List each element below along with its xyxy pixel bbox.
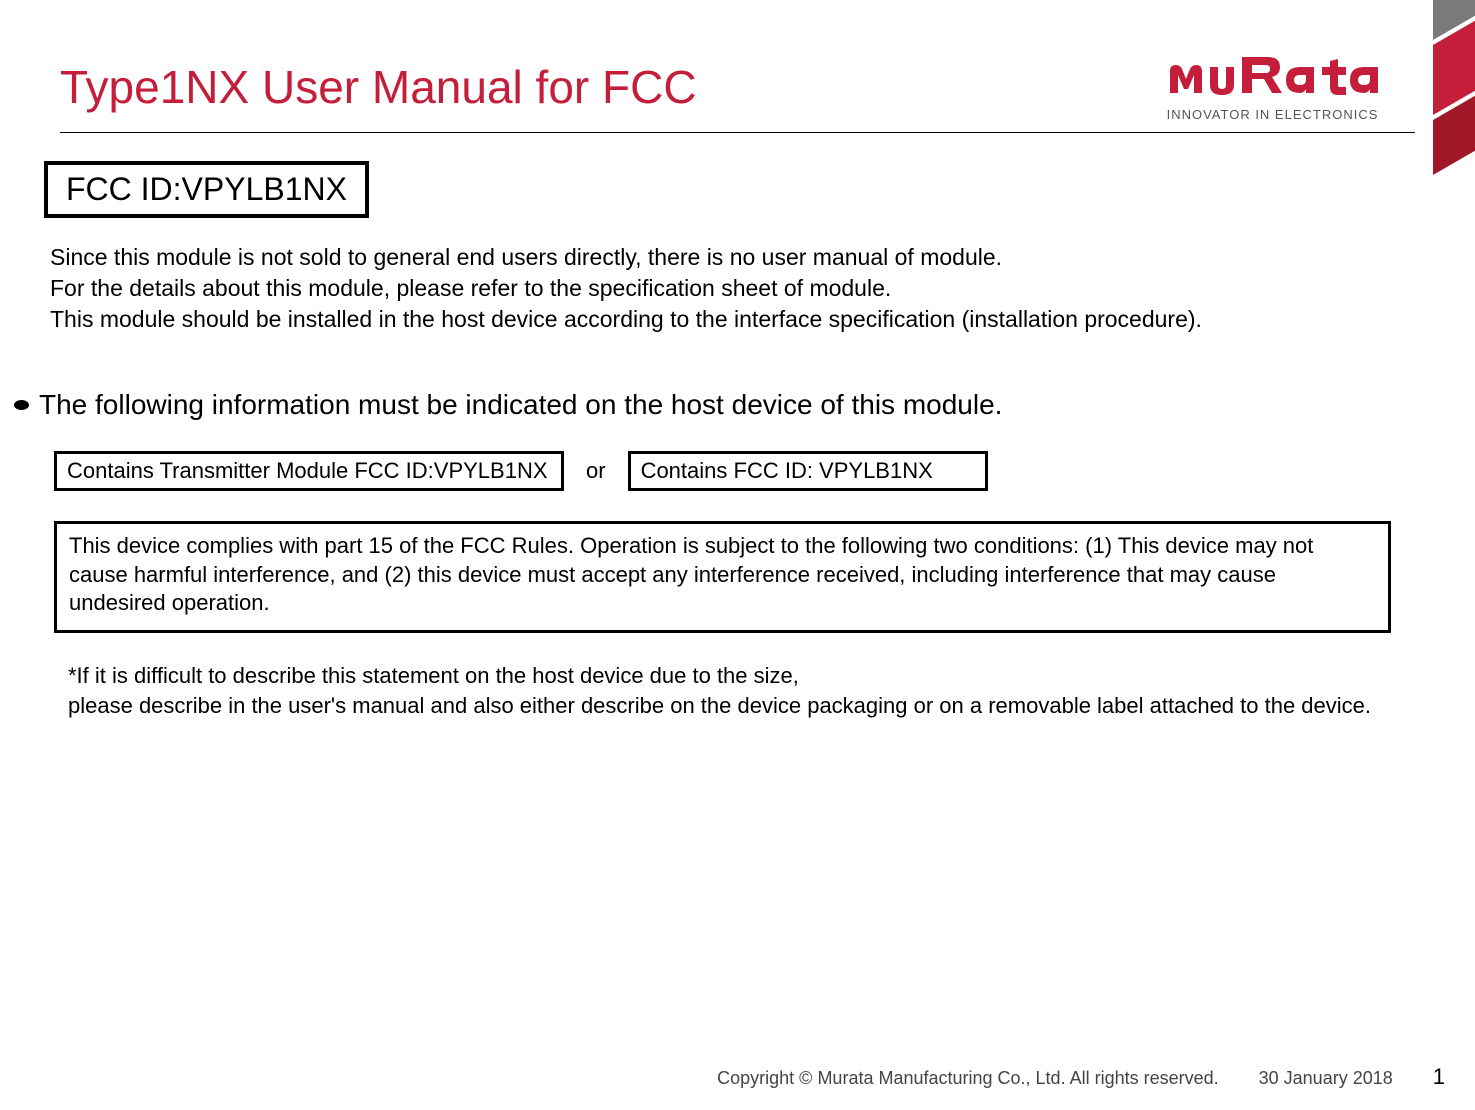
label-box-2: Contains FCC ID: VPYLB1NX [628,451,988,491]
label-box-1: Contains Transmitter Module FCC ID:VPYLB… [54,451,564,491]
compliance-statement-box: This device complies with part 15 of the… [54,521,1391,633]
label-options-row: Contains Transmitter Module FCC ID:VPYLB… [44,451,1431,491]
intro-line: Since this module is not sold to general… [50,242,1431,273]
section-heading-text: The following information must be indica… [39,389,1002,421]
brand-logo: INNOVATOR IN ELECTRONICS [1160,55,1385,122]
title-divider [60,132,1415,133]
section-heading: The following information must be indica… [14,389,1431,421]
intro-line: This module should be installed in the h… [50,304,1431,335]
or-text: or [586,458,606,484]
bullet-icon [14,400,29,410]
fcc-id-box: FCC ID:VPYLB1NX [44,161,369,218]
page-number: 1 [1433,1064,1445,1090]
footnote: *If it is difficult to describe this sta… [44,661,1431,720]
footnote-line: *If it is difficult to describe this sta… [68,661,1431,691]
murata-logo-icon [1168,55,1378,103]
copyright-text: Copyright © Murata Manufacturing Co., Lt… [717,1068,1219,1089]
footer-date: 30 January 2018 [1259,1068,1393,1089]
intro-line: For the details about this module, pleas… [50,273,1431,304]
intro-paragraph: Since this module is not sold to general… [44,242,1431,335]
logo-tagline: INNOVATOR IN ELECTRONICS [1160,107,1385,122]
page-footer: Copyright © Murata Manufacturing Co., Lt… [717,1064,1445,1090]
footnote-line: please describe in the user's manual and… [68,691,1431,721]
